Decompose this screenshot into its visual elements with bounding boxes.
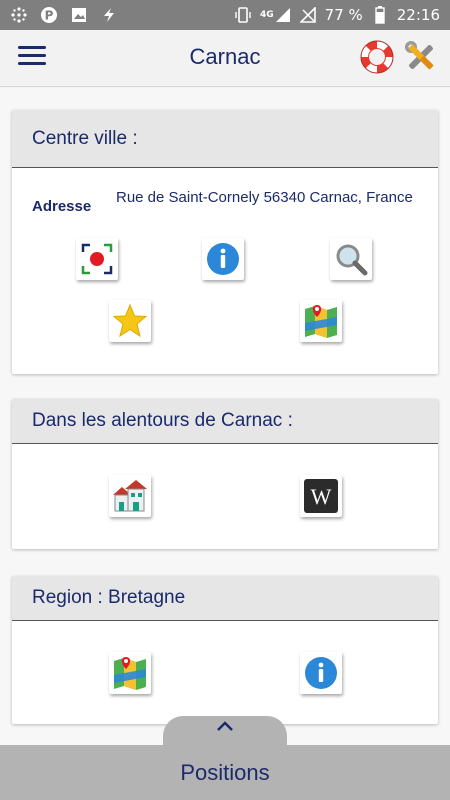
card-body [12,621,438,724]
dots-grid-icon [10,6,28,24]
vibrate-icon [234,6,252,24]
card-header: Region : Bretagne [12,576,438,621]
card-header: Dans les alentours de Carnac : [12,399,438,444]
lifebuoy-icon[interactable] [358,38,396,76]
camera-scan-button[interactable] [76,238,118,280]
pinterest-icon: P [40,6,58,24]
positions-bottom-sheet[interactable]: Positions [0,745,450,800]
status-bar: P 4G 77 % 22:16 [0,0,450,30]
favorite-button[interactable] [109,300,151,342]
svg-text:P: P [45,9,54,23]
map-icon [114,657,146,690]
region-map-button[interactable] [109,652,151,694]
nearby-places-button[interactable] [109,475,151,517]
svg-text:W: W [311,484,332,509]
notification-icons: P [10,6,118,24]
main-content: Centre ville : Adresse Rue de Saint-Corn… [0,88,450,748]
card-body: Adresse Rue de Saint-Cornely 56340 Carna… [12,168,438,374]
clock: 22:16 [396,6,440,24]
tools-icon[interactable] [402,38,440,76]
address-value: Rue de Saint-Cornely 56340 Carnac, Franc… [116,189,413,206]
info-icon [305,657,337,689]
address-label: Adresse [32,198,92,215]
positions-label: Positions [180,759,270,785]
star-icon [112,303,148,338]
image-icon [70,6,88,24]
card-header: Centre ville : [12,110,438,168]
chevron-up-icon [217,721,233,731]
system-icons: 4G 77 % 22:16 [234,6,440,24]
battery-icon [371,6,389,24]
wikipedia-icon: W [304,479,338,513]
camera-scan-icon [81,243,113,275]
battery-percent: 77 % [324,6,363,24]
app-bar-divider [0,86,450,87]
card-body: W [12,444,438,549]
network-type: 4G [260,10,274,20]
info-icon [207,243,239,275]
wifi-off-icon [299,6,317,24]
card-centre-ville: Centre ville : Adresse Rue de Saint-Corn… [12,110,438,374]
bolt-icon [100,6,118,24]
wikipedia-button[interactable]: W [300,475,342,517]
search-icon [336,244,368,276]
info-button[interactable] [202,238,244,280]
map-button[interactable] [300,300,342,342]
card-region: Region : Bretagne [12,576,438,724]
search-button[interactable] [330,238,372,280]
card-alentours: Dans les alentours de Carnac : W [12,399,438,549]
map-icon [305,305,337,338]
app-bar: Carnac [0,30,450,86]
signal-icon [275,8,290,22]
houses-icon [113,480,147,512]
region-info-button[interactable] [300,652,342,694]
signal-indicator: 4G [260,7,291,23]
